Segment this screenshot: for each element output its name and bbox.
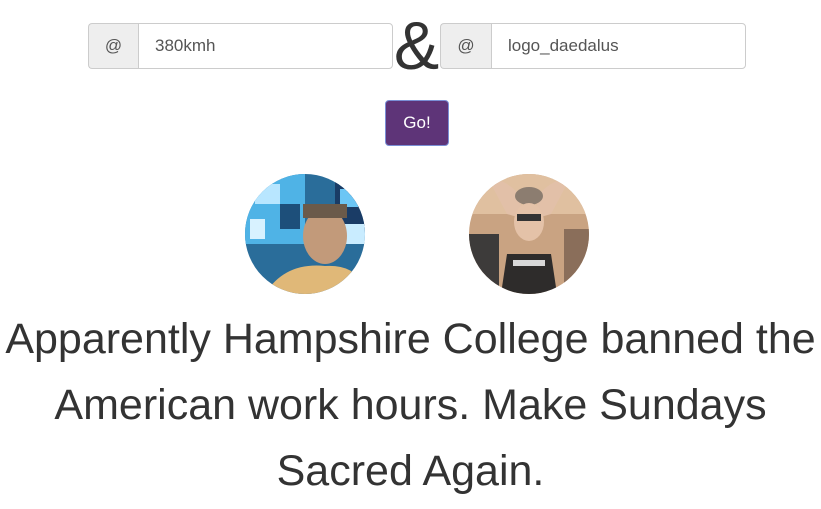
right-user-input-group: @ <box>440 23 746 69</box>
go-button[interactable]: Go! <box>385 100 449 146</box>
tweet-text: Apparently Hampshire College banned the … <box>5 315 816 495</box>
left-user-input-group: @ <box>88 23 393 69</box>
right-at-addon: @ <box>440 23 491 69</box>
right-avatar <box>469 174 589 294</box>
left-avatar <box>245 174 365 294</box>
left-username-input[interactable] <box>138 23 393 69</box>
right-username-input[interactable] <box>491 23 746 69</box>
left-at-addon: @ <box>88 23 138 69</box>
left-avatar-image <box>245 174 365 294</box>
page: @ & @ Go! <box>0 0 821 509</box>
ampersand: & <box>393 8 440 84</box>
right-avatar-image <box>469 174 589 294</box>
